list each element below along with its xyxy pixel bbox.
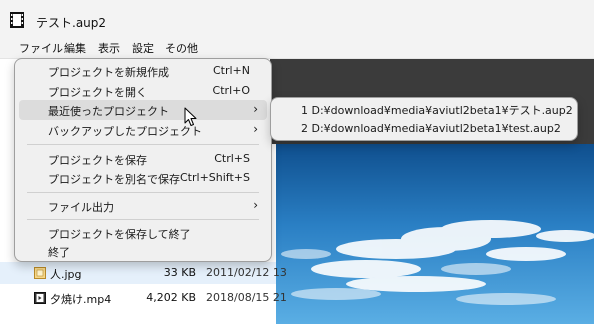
menu-separator	[27, 219, 259, 220]
menu-item-open-project[interactable]: プロジェクトを開く Ctrl+O	[19, 81, 267, 101]
video-file-icon	[34, 292, 46, 304]
menu-item-save-project[interactable]: プロジェクトを保存 Ctrl+S	[19, 149, 267, 169]
menu-separator	[27, 192, 259, 193]
menu-settings[interactable]: 設定	[132, 40, 154, 56]
menu-item-shortcut: Ctrl+O	[212, 84, 250, 97]
menu-item-label: 最近使ったプロジェクト	[48, 105, 169, 118]
chevron-right-icon: ›	[253, 102, 258, 116]
menu-file[interactable]: ファイル	[19, 40, 63, 56]
menu-item-label: プロジェクトを保存	[48, 154, 147, 167]
menu-item-save-project-as[interactable]: プロジェクトを別名で保存 Ctrl+Shift+S	[19, 168, 267, 188]
menu-edit[interactable]: 編集	[64, 40, 86, 56]
recent-project-item[interactable]: 1 D:¥download¥media¥aviutl2beta1¥テスト.aup…	[275, 100, 573, 118]
menu-item-label: バックアップしたプロジェクト	[48, 125, 202, 138]
recent-project-label: 2 D:¥download¥media¥aviutl2beta1¥test.au…	[301, 122, 561, 135]
file-row[interactable]: 夕焼け.mp4 4,202 KB 2018/08/15 21	[0, 287, 287, 309]
chevron-right-icon: ›	[253, 198, 258, 212]
menu-item-shortcut: Ctrl+Shift+S	[180, 171, 250, 184]
menu-item-label: プロジェクトを開く	[48, 86, 147, 99]
file-name: 夕焼け.mp4	[50, 293, 112, 306]
file-size: 33 KB	[163, 266, 196, 279]
menu-separator	[27, 144, 259, 145]
menu-other[interactable]: その他	[165, 40, 198, 56]
menu-view[interactable]: 表示	[98, 40, 120, 56]
window-title: テスト.aup2	[36, 16, 107, 30]
menu-item-label: プロジェクトを新規作成	[48, 66, 169, 79]
menu-bar: ファイル 編集 表示 設定 その他	[0, 36, 594, 59]
file-row[interactable]: 人.jpg 33 KB 2011/02/12 13	[0, 262, 287, 284]
recent-project-label: 1 D:¥download¥media¥aviutl2beta1¥テスト.aup…	[301, 104, 573, 117]
menu-item-label: プロジェクトを別名で保存	[48, 173, 180, 186]
recent-projects-submenu: 1 D:¥download¥media¥aviutl2beta1¥テスト.aup…	[270, 97, 578, 141]
menu-item-exit[interactable]: 終了	[19, 241, 267, 261]
menu-item-save-and-exit[interactable]: プロジェクトを保存して終了	[19, 223, 267, 243]
file-name: 人.jpg	[50, 268, 82, 281]
file-date: 2011/02/12 13	[206, 266, 287, 279]
menu-item-file-export[interactable]: ファイル出力 ›	[19, 196, 267, 216]
menu-item-recent-projects[interactable]: 最近使ったプロジェクト ›	[19, 100, 267, 120]
recent-project-item[interactable]: 2 D:¥download¥media¥aviutl2beta1¥test.au…	[275, 120, 573, 138]
menu-item-new-project[interactable]: プロジェクトを新規作成 Ctrl+N	[19, 61, 267, 81]
menu-item-shortcut: Ctrl+N	[212, 64, 250, 77]
menu-item-label: プロジェクトを保存して終了	[48, 228, 191, 241]
app-icon	[10, 12, 24, 28]
mouse-cursor-icon	[184, 107, 197, 126]
file-date: 2018/08/15 21	[206, 291, 287, 304]
title-bar: テスト.aup2	[0, 0, 594, 36]
menu-item-label: ファイル出力	[48, 201, 114, 214]
chevron-right-icon: ›	[253, 122, 258, 136]
menu-item-label: 終了	[48, 246, 70, 259]
preview-image	[276, 144, 594, 324]
menu-item-shortcut: Ctrl+S	[214, 152, 250, 165]
file-menu: プロジェクトを新規作成 Ctrl+N プロジェクトを開く Ctrl+O 最近使っ…	[14, 58, 272, 262]
file-size: 4,202 KB	[146, 291, 196, 304]
menu-item-backup-projects[interactable]: バックアップしたプロジェクト ›	[19, 120, 267, 140]
image-file-icon	[34, 267, 46, 279]
